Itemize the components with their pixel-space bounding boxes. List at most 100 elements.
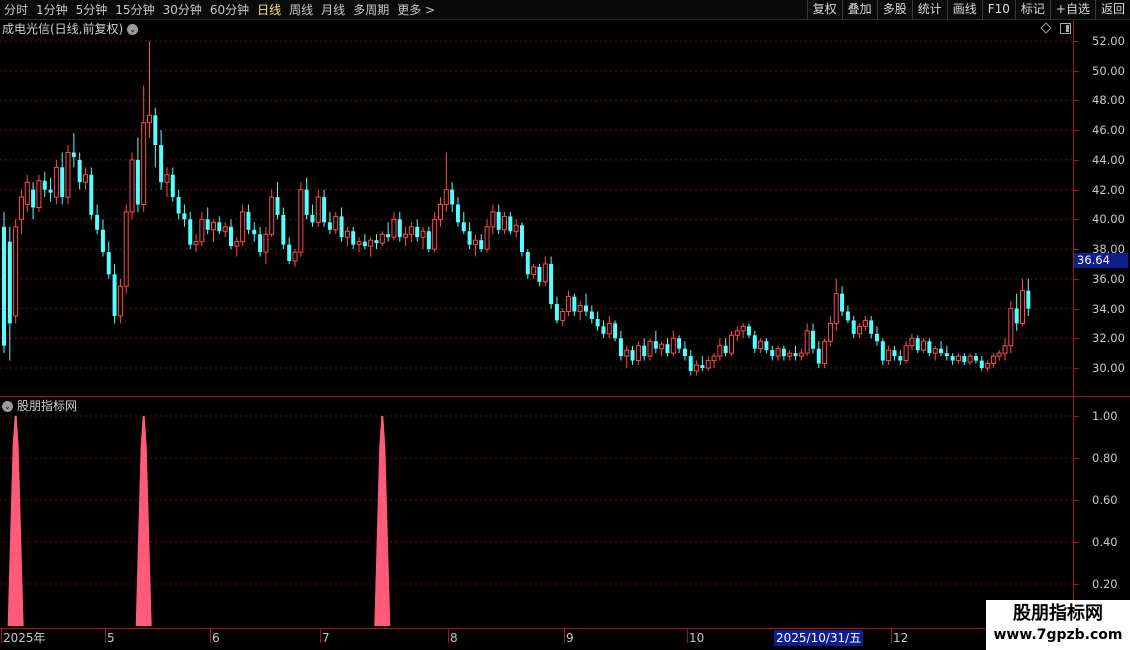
candle-body (141, 122, 147, 205)
candle-body (1014, 308, 1019, 324)
indicator-tick-mark (1074, 500, 1079, 501)
candle-body (525, 252, 530, 275)
price-axis-line (1073, 20, 1074, 397)
candle-body (403, 233, 409, 238)
candle-body (635, 345, 641, 362)
candle-body (71, 152, 76, 157)
candle-body (979, 360, 984, 368)
candle-body (955, 355, 961, 362)
candle-body (513, 224, 519, 232)
candle-body (7, 241, 12, 324)
candle-body (973, 356, 978, 361)
candle-body (880, 341, 885, 361)
candle-body (275, 197, 280, 215)
date-tick (687, 629, 688, 643)
candle-body (129, 159, 135, 213)
date-tick (448, 629, 449, 643)
candle-body (798, 352, 804, 357)
candle-body (374, 240, 379, 244)
price-tick-mark (1074, 41, 1079, 42)
date-tick (1, 629, 2, 643)
panel-divider (0, 396, 1130, 397)
candle-body (869, 320, 874, 334)
candle-body (222, 226, 228, 232)
watermark-url: www.7gpzb.com (993, 627, 1123, 643)
price-tick-label: 30.00 (1092, 361, 1125, 375)
candle-body (240, 211, 246, 243)
candle-body (455, 204, 460, 223)
price-tick-mark (1074, 338, 1079, 340)
signal-spike (7, 416, 24, 626)
candle-body (298, 189, 304, 253)
candle-body (228, 226, 233, 247)
chevron-down-icon[interactable]: ⌄ (2, 400, 13, 412)
candle-body (630, 350, 635, 361)
candle-body (170, 174, 175, 198)
price-tick-mark (1074, 278, 1079, 280)
candle-body (263, 233, 269, 253)
candle-body (217, 222, 222, 232)
candle-body (89, 174, 94, 215)
price-tick-label: 34.00 (1092, 301, 1125, 316)
indicator-tick-mark (1074, 542, 1079, 543)
price-tick-label: 50.00 (1092, 63, 1125, 78)
candle-body (729, 334, 734, 354)
candle-body (659, 343, 665, 350)
indicator-title: 股朋指标网 (17, 399, 78, 413)
candle-body (106, 252, 111, 275)
candle-body (252, 229, 257, 235)
signal-spike (374, 416, 391, 626)
candle-body (438, 204, 443, 220)
date-tick (210, 629, 211, 643)
indicator-tick-label: 0.60 (1092, 493, 1118, 507)
candle-body (851, 320, 856, 334)
candle-body (537, 266, 542, 282)
price-tick-mark (1074, 249, 1079, 251)
date-label: 12 (893, 631, 909, 645)
date-label: 8 (450, 631, 458, 645)
candle-body (356, 241, 362, 246)
candle-body (549, 263, 554, 305)
indicator-tick-label: 1.00 (1092, 409, 1118, 423)
candle-body (764, 341, 769, 351)
candle-body (962, 356, 967, 363)
candle-body (461, 222, 466, 232)
date-label: 2025年 (3, 631, 46, 645)
candle-body (467, 231, 472, 245)
candle-body (164, 174, 170, 183)
candle-body (176, 197, 181, 214)
candle-body (862, 319, 868, 327)
candle-body (117, 285, 123, 317)
candle-body (677, 338, 682, 349)
price-tick-label: 40.00 (1092, 212, 1125, 227)
candle-body (845, 311, 850, 321)
candle-body (432, 218, 438, 250)
candle-body (566, 296, 572, 313)
candle-body (950, 356, 955, 361)
price-tick-mark (1074, 70, 1079, 72)
indicator-tick-mark (1074, 416, 1079, 417)
candle-body (711, 355, 717, 362)
date-label: 6 (212, 631, 220, 645)
candle-body (653, 341, 658, 349)
candle-body (705, 360, 711, 369)
price-tick-mark (1074, 159, 1079, 161)
candle-body (967, 355, 973, 363)
candle-body (496, 211, 501, 230)
candle-body (577, 305, 583, 313)
candle-body (875, 333, 879, 342)
candle-body (315, 196, 321, 223)
indicator-tick-label: 0.80 (1092, 451, 1118, 465)
date-axis-line (0, 628, 1130, 629)
candle-body (368, 239, 374, 247)
date-label: 5 (107, 631, 115, 645)
candle-body (915, 338, 920, 351)
candle-body (589, 311, 594, 319)
candle-body (484, 226, 490, 250)
candle-body (927, 341, 932, 354)
kline-chart[interactable] (0, 0, 1130, 650)
candle-body (379, 233, 385, 244)
candle-body (199, 218, 205, 243)
candle-body (333, 215, 339, 231)
candle-body (775, 348, 781, 357)
